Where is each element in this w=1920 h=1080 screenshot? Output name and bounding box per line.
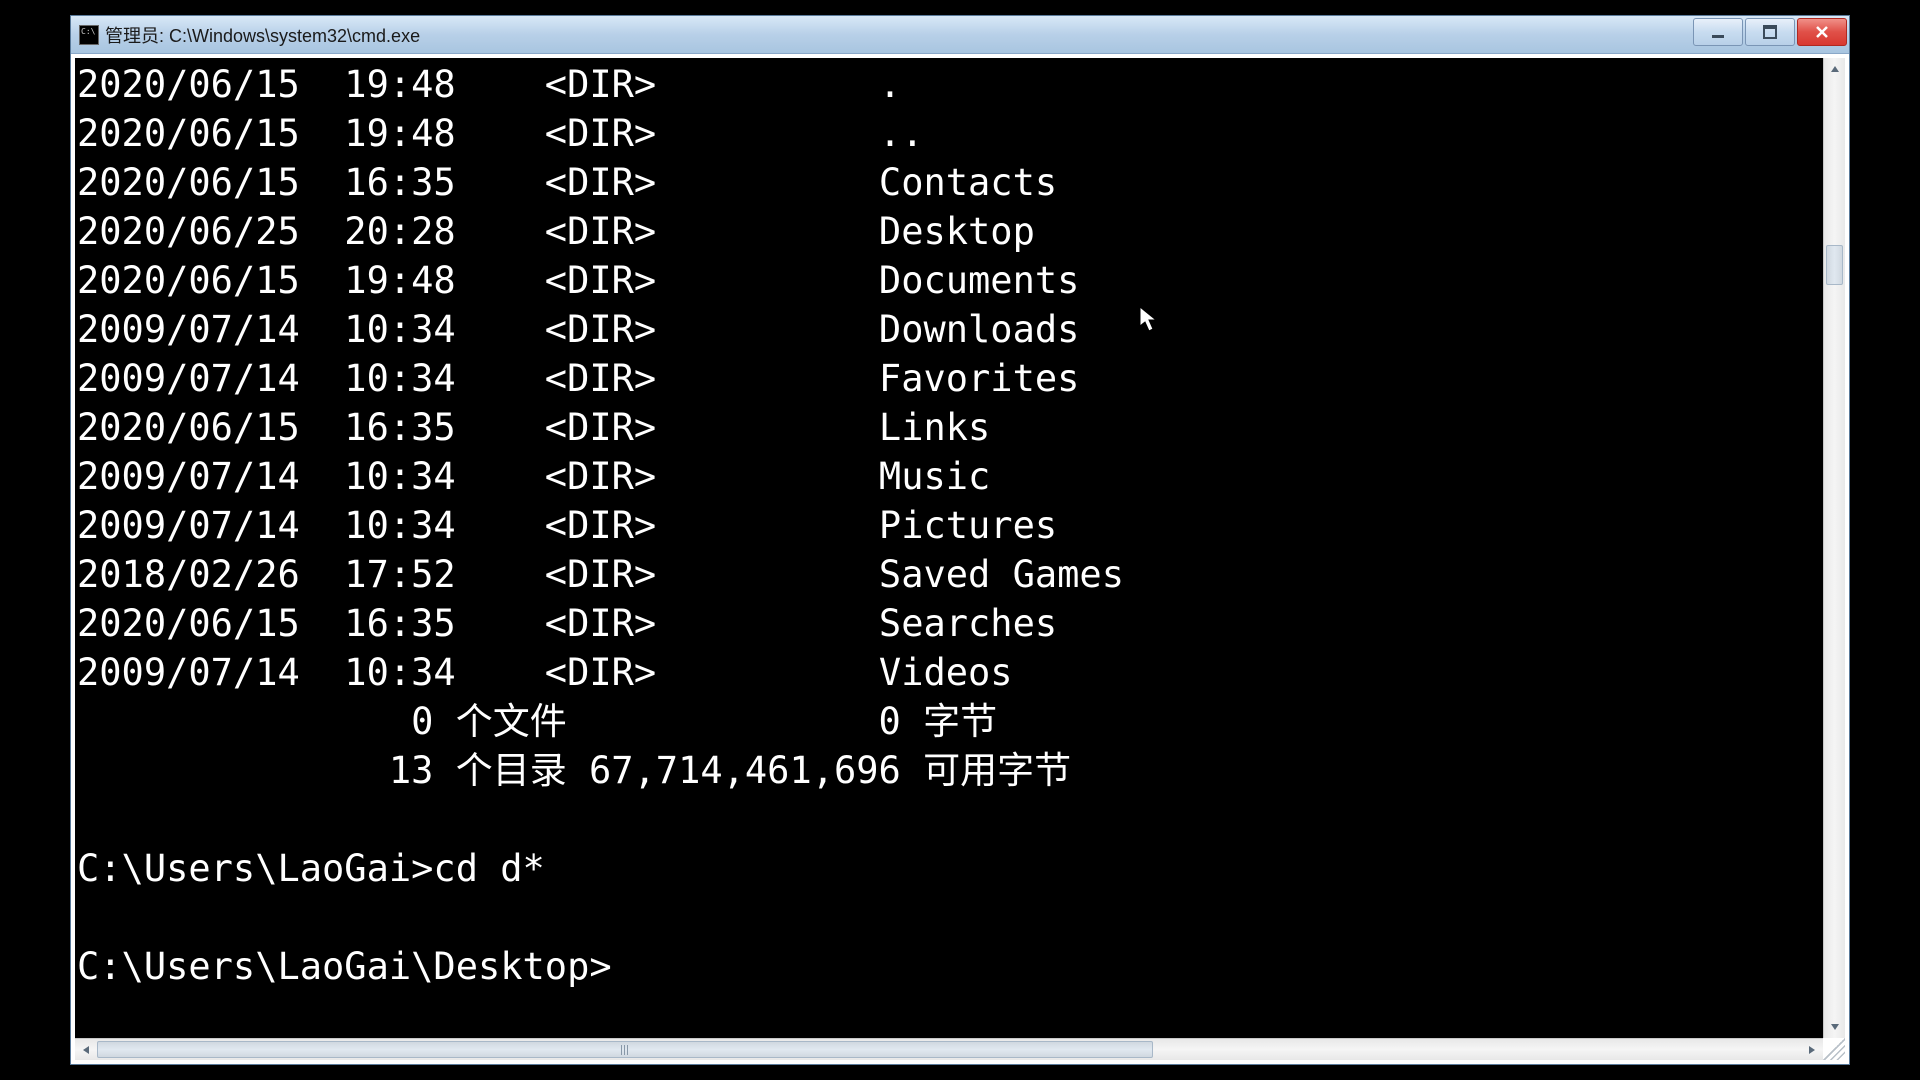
resize-grip[interactable] [1823, 1038, 1845, 1060]
close-button[interactable] [1797, 18, 1847, 46]
close-icon [1814, 24, 1830, 40]
scroll-up-button[interactable] [1824, 58, 1845, 80]
horizontal-scrollbar[interactable] [75, 1038, 1823, 1060]
hscroll-thumb[interactable] [97, 1041, 1153, 1058]
cmd-icon [79, 25, 99, 45]
chevron-up-icon [1830, 64, 1840, 74]
maximize-icon [1762, 24, 1778, 40]
window-title: 管理员: C:\Windows\system32\cmd.exe [105, 22, 1845, 48]
titlebar[interactable]: 管理员: C:\Windows\system32\cmd.exe [71, 16, 1849, 54]
cmd-window: 管理员: C:\Windows\system32\cmd.exe 2020/06… [70, 15, 1850, 1065]
vscroll-thumb[interactable] [1826, 245, 1843, 285]
scroll-left-button[interactable] [75, 1039, 97, 1060]
maximize-button[interactable] [1745, 18, 1795, 46]
scroll-down-button[interactable] [1824, 1016, 1845, 1038]
hscroll-track[interactable] [97, 1039, 1801, 1060]
terminal-output[interactable]: 2020/06/15 19:48 <DIR> . 2020/06/15 19:4… [75, 58, 1823, 1038]
minimize-icon [1710, 24, 1726, 40]
vertical-scrollbar[interactable] [1823, 58, 1845, 1038]
chevron-down-icon [1830, 1022, 1840, 1032]
chevron-right-icon [1807, 1045, 1817, 1055]
minimize-button[interactable] [1693, 18, 1743, 46]
vscroll-track[interactable] [1824, 80, 1845, 1016]
window-controls [1693, 18, 1847, 46]
chevron-left-icon [81, 1045, 91, 1055]
client-area: 2020/06/15 19:48 <DIR> . 2020/06/15 19:4… [71, 54, 1849, 1064]
scroll-right-button[interactable] [1801, 1039, 1823, 1060]
